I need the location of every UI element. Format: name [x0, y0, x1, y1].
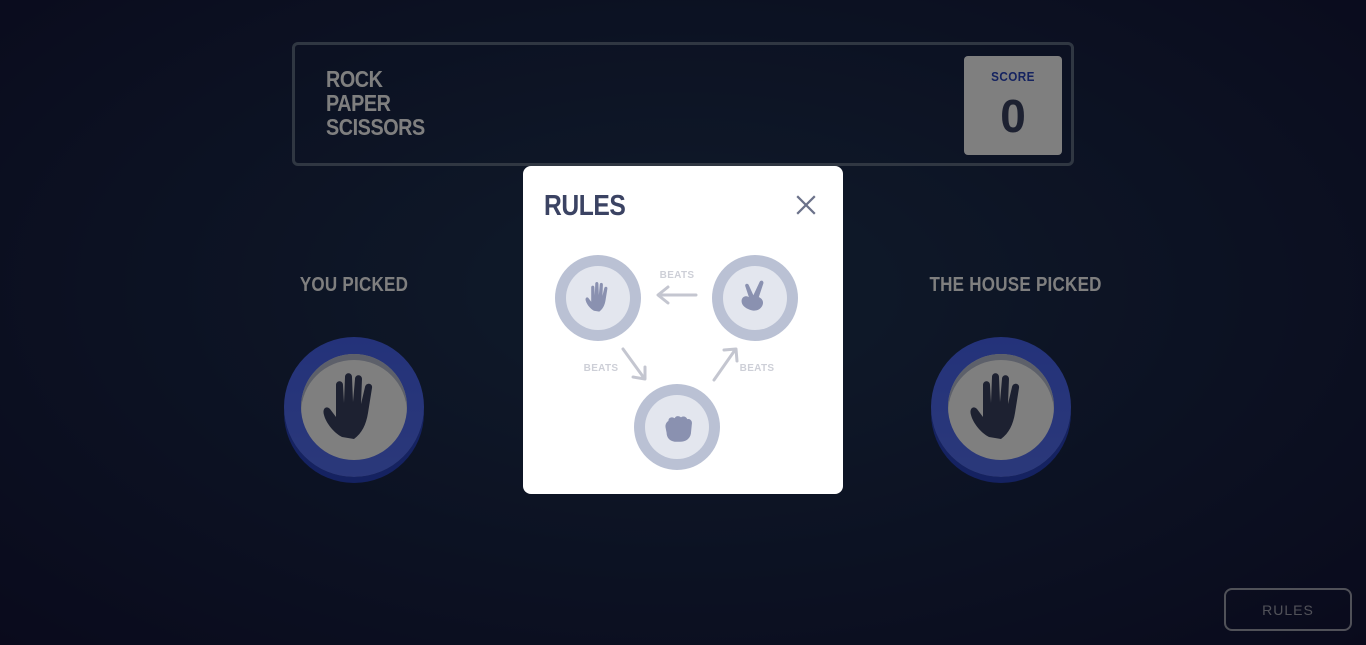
game-screen: ROCK PAPER SCISSORS SCORE 0 YOU PICKED T…	[0, 0, 1366, 645]
beats-label: BEATS	[584, 363, 619, 374]
rock-fist-icon	[665, 416, 692, 442]
beats-label: BEATS	[740, 363, 775, 374]
arrow-up-right-icon	[712, 347, 739, 382]
rules-paper-token	[555, 255, 641, 341]
rules-scissors-token	[712, 255, 798, 341]
rules-diagram: BEATS BEATS BEATS	[555, 255, 798, 470]
arrow-down-right-icon	[621, 347, 647, 381]
beats-label: BEATS	[660, 270, 695, 281]
rules-rock-token	[634, 384, 720, 470]
arrow-left-icon	[656, 285, 698, 305]
rules-modal: RULES BEATS BEATS BEATS	[523, 166, 843, 494]
